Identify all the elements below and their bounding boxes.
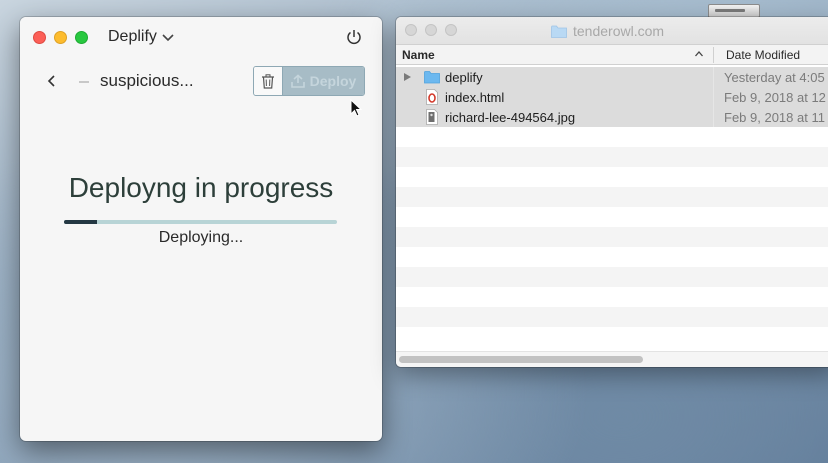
maximize-window-button[interactable]	[445, 24, 457, 36]
name-column-header[interactable]: Name	[402, 48, 435, 62]
empty-row	[396, 147, 828, 167]
file-date: Yesterday at 4:05	[724, 70, 825, 85]
delete-site-button[interactable]	[254, 67, 283, 95]
file-row-deplify[interactable]: deplify Yesterday at 4:05	[396, 67, 828, 87]
column-divider	[713, 107, 714, 127]
folder-icon	[551, 25, 567, 38]
file-name: index.html	[445, 90, 505, 105]
empty-row	[396, 247, 828, 267]
horizontal-scrollbar[interactable]	[396, 351, 828, 367]
trash-icon	[262, 73, 274, 89]
date-modified-column-header[interactable]: Date Modified	[726, 48, 800, 62]
progress-title: Deployng in progress	[68, 172, 334, 203]
empty-row	[396, 207, 828, 227]
minimize-window-button[interactable]	[54, 31, 67, 44]
empty-row	[396, 227, 828, 247]
file-date: Feb 9, 2018 at 11	[724, 110, 825, 125]
file-list: deplify Yesterday at 4:05 index.html Feb…	[396, 67, 828, 347]
app-title[interactable]: Deplify	[108, 28, 157, 46]
progress-bar	[64, 220, 337, 224]
deplify-window: Deplify suspicious... Deploy Deployng in…	[20, 17, 382, 441]
disclosure-triangle-icon[interactable]	[403, 72, 412, 82]
progress-status: Deploying...	[158, 229, 244, 246]
column-divider	[713, 67, 714, 87]
deplify-titlebar: Deplify	[20, 17, 382, 59]
site-name: suspicious...	[100, 71, 194, 90]
external-drive-icon[interactable]	[708, 4, 760, 18]
chevron-down-icon[interactable]	[161, 28, 175, 46]
file-row-richard-lee-jpg[interactable]: richard-lee-494564.jpg Feb 9, 2018 at 11	[396, 107, 828, 127]
mouse-cursor-icon	[350, 99, 362, 117]
site-favicon	[79, 81, 89, 83]
empty-row	[396, 167, 828, 187]
column-divider[interactable]	[713, 47, 714, 63]
empty-row	[396, 127, 828, 147]
file-date: Feb 9, 2018 at 12	[724, 90, 826, 105]
file-name: richard-lee-494564.jpg	[445, 110, 576, 125]
deploy-button[interactable]: Deploy	[283, 67, 364, 95]
finder-window: tenderowl.com Name Date Modified deplify…	[396, 17, 828, 367]
maximize-window-button[interactable]	[75, 31, 88, 44]
power-icon[interactable]	[345, 28, 363, 46]
site-actions: Deploy	[253, 66, 365, 96]
file-row-index-html[interactable]: index.html Feb 9, 2018 at 12	[396, 87, 828, 107]
empty-row	[396, 287, 828, 307]
finder-titlebar: tenderowl.com	[396, 17, 828, 44]
image-file-icon	[426, 109, 438, 125]
folder-icon	[424, 71, 440, 84]
scrollbar-thumb[interactable]	[399, 356, 643, 363]
upload-icon	[290, 74, 305, 88]
progress-bar-fill	[64, 220, 97, 224]
chevron-left-icon[interactable]	[45, 73, 59, 89]
minimize-window-button[interactable]	[425, 24, 437, 36]
finder-title-area: tenderowl.com	[551, 22, 664, 40]
chevron-up-icon[interactable]	[694, 49, 704, 59]
file-name: deplify	[445, 70, 483, 85]
close-window-button[interactable]	[405, 24, 417, 36]
empty-row	[396, 187, 828, 207]
close-window-button[interactable]	[33, 31, 46, 44]
column-header-row: Name Date Modified	[396, 44, 828, 65]
finder-title: tenderowl.com	[573, 23, 665, 39]
empty-row	[396, 327, 828, 347]
empty-row	[396, 307, 828, 327]
empty-row	[396, 267, 828, 287]
deploy-button-label: Deploy	[309, 73, 357, 89]
html-file-icon	[426, 89, 438, 105]
column-divider	[713, 87, 714, 107]
